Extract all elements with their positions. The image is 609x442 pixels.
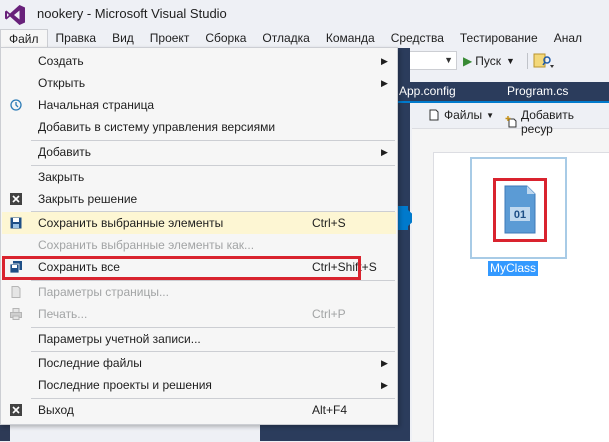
menu-item-create[interactable]: Создать ▶	[2, 50, 396, 72]
file-menu-dropdown: Создать ▶ Открыть ▶ Начальная страница Д…	[0, 47, 398, 425]
class-file-icon[interactable]: 01	[496, 181, 544, 239]
class-icon-text: 01	[514, 209, 526, 221]
start-page-icon	[10, 99, 22, 111]
add-resource-button[interactable]: Добавить ресур	[505, 108, 609, 136]
menu-item-start-page[interactable]: Начальная страница	[2, 94, 396, 116]
menu-item-page-setup[interactable]: Параметры страницы...	[2, 281, 396, 303]
page-setup-icon	[11, 286, 21, 298]
exit-icon	[10, 404, 22, 416]
standard-toolbar: ▼ ▶ Пуск ▼	[395, 48, 609, 74]
chevron-down-icon: ▼	[505, 56, 515, 66]
submenu-arrow-icon: ▶	[381, 358, 388, 368]
menu-team[interactable]: Команда	[318, 29, 383, 48]
menu-item-exit[interactable]: Выход Alt+F4	[2, 399, 396, 421]
menu-item-close[interactable]: Закрыть	[2, 166, 396, 188]
toolbar-separator	[527, 53, 528, 69]
add-resource-icon	[505, 116, 517, 128]
menu-file[interactable]: Файл	[0, 29, 48, 48]
visual-studio-logo-icon	[5, 5, 25, 25]
menu-build[interactable]: Сборка	[197, 29, 254, 48]
chevron-down-icon: ▼	[444, 55, 453, 65]
submenu-arrow-icon: ▶	[381, 56, 388, 66]
menu-item-save-selected-as[interactable]: Сохранить выбранные элементы как...	[2, 234, 396, 256]
save-icon	[10, 217, 22, 229]
files-dropdown[interactable]: Файлы ▼	[428, 108, 494, 122]
menu-item-add[interactable]: Добавить ▶	[2, 141, 396, 163]
run-label: Пуск	[475, 54, 501, 68]
file-icon	[429, 109, 439, 121]
highlight-annotation-frame	[2, 256, 361, 280]
designer-toolbar: Файлы ▼ Добавить ресур	[412, 103, 609, 136]
class-icon-highlight: 01	[493, 178, 547, 242]
menu-edit[interactable]: Правка	[48, 29, 105, 48]
document-tabs: App.config Program.cs	[395, 82, 609, 101]
menu-item-account-settings[interactable]: Параметры учетной записи...	[2, 328, 396, 350]
menu-item-recent-files[interactable]: Последние файлы ▶	[2, 352, 396, 374]
files-label: Файлы	[444, 108, 483, 122]
menu-bar: Файл Правка Вид Проект Сборка Отладка Ко…	[0, 29, 609, 48]
tab-program-cs[interactable]: Program.cs	[507, 82, 568, 101]
run-button[interactable]: ▶ Пуск ▼	[463, 51, 515, 71]
menu-item-add-to-source-control[interactable]: Добавить в систему управления версиями	[2, 116, 396, 138]
menu-test[interactable]: Тестирование	[452, 29, 546, 48]
submenu-arrow-icon: ▶	[381, 78, 388, 88]
menu-tools[interactable]: Средства	[383, 29, 452, 48]
menu-item-save-selected[interactable]: Сохранить выбранные элементы Ctrl+S	[2, 212, 396, 234]
menu-item-open[interactable]: Открыть ▶	[2, 72, 396, 94]
menu-project[interactable]: Проект	[142, 29, 198, 48]
tab-app-config[interactable]: App.config	[399, 82, 456, 101]
play-icon: ▶	[463, 54, 473, 68]
title-bar: nookery - Microsoft Visual Studio	[0, 0, 609, 29]
find-icon[interactable]	[533, 53, 555, 69]
menu-item-recent-projects[interactable]: Последние проекты и решения ▶	[2, 374, 396, 396]
print-icon	[10, 308, 22, 320]
close-solution-icon	[10, 193, 22, 205]
chevron-down-icon: ▼	[486, 110, 495, 120]
menu-item-close-solution[interactable]: Закрыть решение	[2, 188, 396, 210]
menu-view[interactable]: Вид	[104, 29, 142, 48]
add-resource-label: Добавить ресур	[520, 108, 575, 136]
menu-debug[interactable]: Отладка	[254, 29, 317, 48]
window-title: nookery - Microsoft Visual Studio	[37, 6, 227, 21]
class-name-label[interactable]: MyClass	[488, 261, 539, 276]
menu-analyze[interactable]: Анал	[546, 29, 590, 48]
menu-item-print[interactable]: Печать... Ctrl+P	[2, 303, 396, 325]
submenu-arrow-icon: ▶	[381, 380, 388, 390]
submenu-arrow-icon: ▶	[381, 147, 388, 157]
